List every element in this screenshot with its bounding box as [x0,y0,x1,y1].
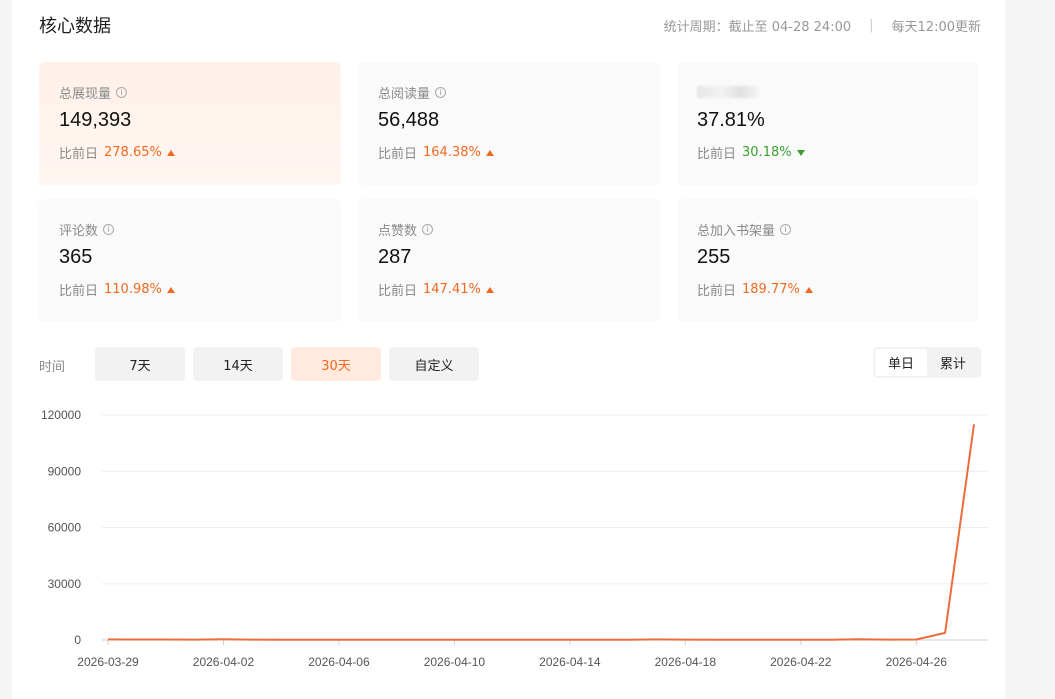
series-line [107,424,975,641]
trend-down-icon [796,149,805,156]
metric-compare: 比前日 189.77% [697,280,959,299]
trend-up-icon [166,149,175,156]
y-tick-label: 90000 [48,464,82,478]
trend-chart: 0 30000 60000 90000 120000 2026-03-29 2026-04-… [30,400,990,690]
divider: | [869,17,874,33]
metric-label: 总阅读量 i [378,84,640,102]
trend-up-icon [485,149,494,156]
metric-value: 56,488 [378,109,440,131]
time-filter-label: 时间 [39,360,66,375]
x-tick-label: 2026-04-26 [886,655,948,669]
section-header: 核心数据 统计周期：截止至 04-28 24:00 | 每天12:00更新 [39,12,981,38]
compare-label: 比前日 [59,147,99,162]
y-tick-label: 120000 [41,408,81,422]
compare-label: 比前日 [59,284,99,299]
range-30-days-button[interactable]: 30天 [291,347,381,381]
metric-compare: 比前日 30.18% [697,143,959,162]
x-tick-label: 2026-04-02 [193,655,255,669]
info-icon[interactable]: i [116,86,128,98]
compare-label: 比前日 [378,284,418,299]
metric-value: 365 [59,246,93,268]
metric-card-rate[interactable]: 37.81% 比前日 30.18% [677,62,979,185]
info-icon[interactable]: i [103,223,115,235]
metric-card-comments[interactable]: 评论数 i 365 比前日 110.98% [39,199,341,322]
metric-label: 点赞数 i [378,221,640,239]
compare-label: 比前日 [697,284,737,299]
compare-pct: 278.65% [104,145,162,160]
compare-pct: 110.98% [104,282,162,297]
metric-label-text: 总阅读量 [378,86,431,102]
metric-card-bookshelf[interactable]: 总加入书架量 i 255 比前日 189.77% [677,199,979,322]
view-toggle: 单日 累计 [873,347,981,378]
trend-up-icon [804,286,813,293]
metric-label: 评论数 i [59,221,321,239]
metric-card-impressions[interactable]: 总展现量 i 149,393 比前日 278.65% [39,62,341,185]
range-7-days-button[interactable]: 7天 [95,347,185,381]
x-tick-label: 2026-03-29 [77,655,139,669]
metric-value: 255 [697,246,731,268]
update-text: 每天12:00更新 [891,19,981,35]
metric-compare: 比前日 110.98% [59,280,321,299]
metric-value: 149,393 [59,109,132,131]
metric-card-likes[interactable]: 点赞数 i 287 比前日 147.41% [358,199,660,322]
metric-label-text: 总展现量 [59,86,112,102]
blurred-label [697,86,759,98]
x-tick-label: 2026-04-10 [424,655,486,669]
y-tick-label: 60000 [48,521,82,535]
metric-label: 总展现量 i [59,84,321,102]
trend-chart-svg: 0 30000 60000 90000 120000 2026-03-29 2026-04-… [41,408,988,669]
compare-pct: 189.77% [742,282,800,297]
toggle-daily[interactable]: 单日 [875,349,927,376]
page-right-gutter [1005,0,1055,699]
trend-up-icon [485,286,494,293]
metric-compare: 比前日 164.38% [378,143,640,162]
metric-compare: 比前日 147.41% [378,280,640,299]
metric-label-text: 总加入书架量 [697,223,776,239]
toggle-cumulative[interactable]: 累计 [927,349,979,376]
period-text: 统计周期：截止至 04-28 24:00 [663,19,852,35]
y-tick-label: 30000 [48,577,82,591]
metric-value: 37.81% [697,109,765,131]
compare-pct: 30.18% [742,145,792,160]
metric-label-text: 评论数 [59,223,99,239]
section-title: 核心数据 [39,16,111,37]
info-icon[interactable]: i [435,86,447,98]
x-tick-label: 2026-04-06 [308,655,370,669]
metric-label [697,84,959,100]
y-tick-label: 0 [74,633,81,647]
metric-label: 总加入书架量 i [697,221,959,239]
range-custom-button[interactable]: 自定义 [389,347,479,381]
compare-pct: 164.38% [423,145,481,160]
x-tick-label: 2026-04-18 [655,655,717,669]
trend-up-icon [166,286,175,293]
info-icon[interactable]: i [422,223,434,235]
metric-value: 287 [378,246,412,268]
page-left-gutter [0,0,12,699]
metric-card-reads[interactable]: 总阅读量 i 56,488 比前日 164.38% [358,62,660,185]
range-14-days-button[interactable]: 14天 [193,347,283,381]
metric-label-text: 点赞数 [378,223,418,239]
compare-label: 比前日 [697,147,737,162]
stat-period: 统计周期：截止至 04-28 24:00 | 每天12:00更新 [664,16,981,35]
x-tick-label: 2026-04-22 [770,655,832,669]
compare-pct: 147.41% [423,282,481,297]
compare-label: 比前日 [378,147,418,162]
x-tick-label: 2026-04-14 [539,655,601,669]
info-icon[interactable]: i [780,223,792,235]
metric-compare: 比前日 278.65% [59,143,321,162]
